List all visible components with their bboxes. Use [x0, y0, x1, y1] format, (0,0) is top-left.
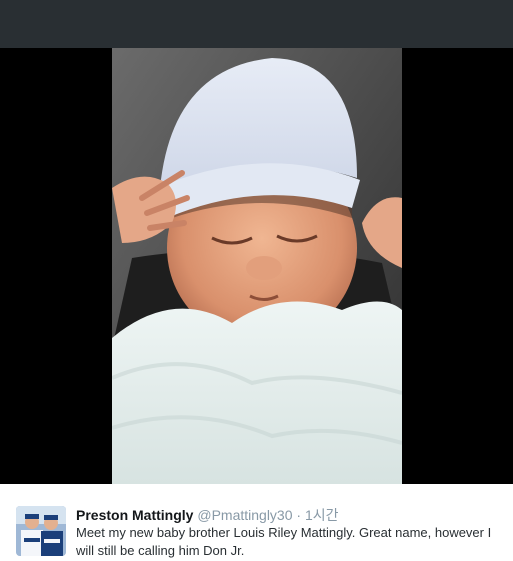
overlay-backdrop[interactable]: [0, 0, 513, 48]
tweet-photo[interactable]: [112, 48, 402, 484]
meta-separator: ·: [296, 507, 302, 523]
tweet-text: Meet my new baby brother Louis Riley Mat…: [76, 525, 492, 558]
tweet-header: Preston Mattingly @Pmattingly30 · 1시간: [76, 505, 339, 525]
newborn-photo-illustration: [112, 48, 402, 484]
avatar-image: [16, 506, 66, 556]
avatar[interactable]: [16, 506, 66, 556]
media-viewer: [0, 48, 513, 484]
author-handle[interactable]: @Pmattingly30: [197, 507, 292, 523]
tweet-card: Preston Mattingly @Pmattingly30 · 1시간 Me…: [0, 484, 513, 561]
author-name[interactable]: Preston Mattingly: [76, 507, 193, 523]
tweet-timestamp[interactable]: 1시간: [305, 507, 339, 523]
